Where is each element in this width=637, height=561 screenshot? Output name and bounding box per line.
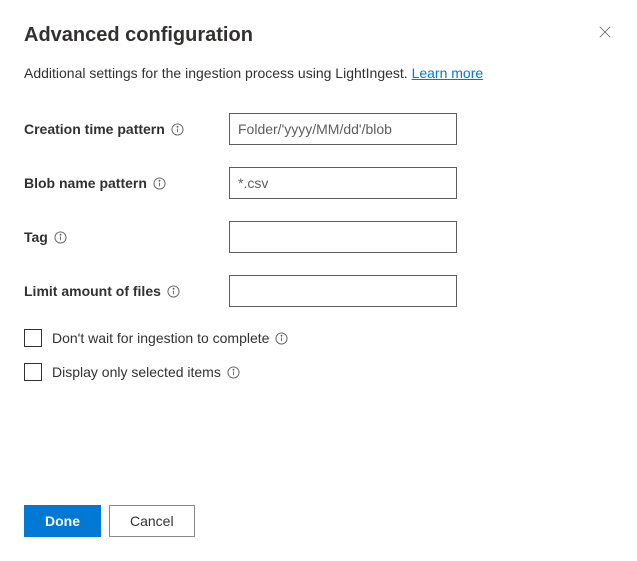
learn-more-link[interactable]: Learn more <box>412 65 484 81</box>
dialog-subtitle: Additional settings for the ingestion pr… <box>24 65 613 81</box>
display-selected-row: Display only selected items <box>24 363 613 381</box>
tag-label: Tag <box>24 229 229 245</box>
display-selected-label: Display only selected items <box>52 364 240 380</box>
close-icon <box>598 25 612 39</box>
tag-label-text: Tag <box>24 229 48 245</box>
creation-time-row: Creation time pattern <box>24 113 613 145</box>
info-icon[interactable] <box>153 177 166 190</box>
info-icon[interactable] <box>167 285 180 298</box>
display-selected-label-text: Display only selected items <box>52 364 221 380</box>
dialog-title: Advanced configuration <box>24 24 253 47</box>
blob-name-input[interactable] <box>229 167 457 199</box>
dont-wait-label: Don't wait for ingestion to complete <box>52 330 288 346</box>
limit-files-input[interactable] <box>229 275 457 307</box>
limit-files-label-text: Limit amount of files <box>24 283 161 299</box>
info-icon[interactable] <box>54 231 67 244</box>
info-icon[interactable] <box>227 366 240 379</box>
dont-wait-checkbox[interactable] <box>24 329 42 347</box>
cancel-button[interactable]: Cancel <box>109 505 195 537</box>
creation-time-input[interactable] <box>229 113 457 145</box>
blob-name-row: Blob name pattern <box>24 167 613 199</box>
blob-name-label: Blob name pattern <box>24 175 229 191</box>
dont-wait-row: Don't wait for ingestion to complete <box>24 329 613 347</box>
limit-files-label: Limit amount of files <box>24 283 229 299</box>
limit-files-row: Limit amount of files <box>24 275 613 307</box>
info-icon[interactable] <box>171 123 184 136</box>
display-selected-checkbox[interactable] <box>24 363 42 381</box>
dont-wait-label-text: Don't wait for ingestion to complete <box>52 330 269 346</box>
dialog-header: Advanced configuration <box>24 24 613 47</box>
creation-time-label-text: Creation time pattern <box>24 121 165 137</box>
checkboxes-section: Don't wait for ingestion to complete Dis… <box>24 329 613 381</box>
close-button[interactable] <box>597 24 613 40</box>
creation-time-label: Creation time pattern <box>24 121 229 137</box>
tag-input[interactable] <box>229 221 457 253</box>
blob-name-label-text: Blob name pattern <box>24 175 147 191</box>
info-icon[interactable] <box>275 332 288 345</box>
tag-row: Tag <box>24 221 613 253</box>
dialog-footer: Done Cancel <box>24 505 195 537</box>
done-button[interactable]: Done <box>24 505 101 537</box>
subtitle-text: Additional settings for the ingestion pr… <box>24 65 412 81</box>
